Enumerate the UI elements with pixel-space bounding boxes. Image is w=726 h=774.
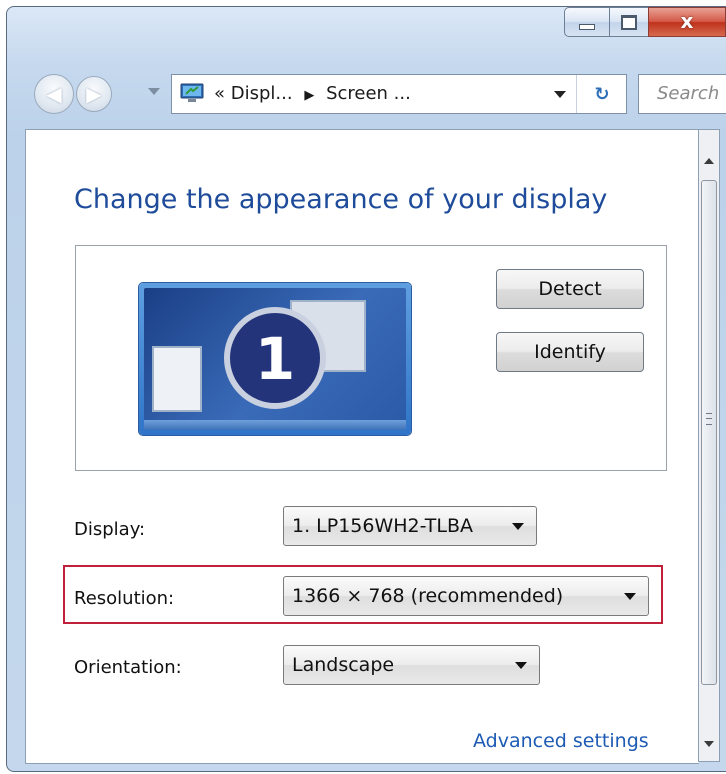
display-select[interactable]: 1. LP156WH2-TLBA: [283, 506, 537, 546]
scrollbar-thumb[interactable]: [701, 180, 717, 685]
refresh-icon: ↻: [594, 83, 610, 105]
resolution-label: Resolution:: [74, 588, 175, 609]
breadcrumb: « Displ... ▶ Screen ...: [214, 83, 411, 104]
window-thumbnail-icon: [152, 346, 202, 412]
chevron-down-icon: [512, 523, 524, 530]
monitor-number: 1: [255, 325, 295, 393]
back-arrow-icon: ◀: [46, 82, 62, 106]
close-icon: x: [680, 8, 694, 33]
address-bar[interactable]: « Displ... ▶ Screen ... ↻: [171, 74, 627, 114]
chevron-down-icon: [624, 593, 636, 600]
address-dropdown-icon[interactable]: [554, 91, 566, 98]
orientation-select-value: Landscape: [292, 654, 395, 676]
identify-button-label: Identify: [534, 341, 606, 363]
detect-button-label: Detect: [538, 278, 602, 300]
display-label: Display:: [74, 519, 146, 540]
chevron-down-icon: [515, 662, 527, 669]
identify-button[interactable]: Identify: [496, 332, 644, 372]
page-title: Change the appearance of your display: [74, 184, 608, 215]
chevron-down-icon: [148, 88, 160, 95]
display-select-value: 1. LP156WH2-TLBA: [292, 515, 473, 537]
breadcrumb-separator-icon[interactable]: ▶: [304, 88, 314, 103]
forward-button[interactable]: ▶: [76, 76, 112, 112]
minimize-button[interactable]: [564, 7, 610, 37]
resolution-select[interactable]: 1366 × 768 (recommended): [283, 576, 649, 616]
display-control-panel-icon: [180, 83, 204, 102]
advanced-settings-link[interactable]: Advanced settings: [473, 730, 649, 752]
maximize-button[interactable]: [609, 7, 649, 37]
detect-button[interactable]: Detect: [496, 269, 644, 309]
taskbar-thumbnail: [144, 420, 406, 430]
monitor-number-badge: 1: [224, 307, 326, 409]
scroll-up-icon[interactable]: [704, 158, 714, 164]
breadcrumb-item-screen-resolution[interactable]: Screen ...: [326, 83, 411, 104]
scroll-down-icon[interactable]: [704, 741, 714, 747]
search-input[interactable]: Search: [638, 74, 726, 114]
orientation-select[interactable]: Landscape: [283, 645, 540, 685]
breadcrumb-overflow[interactable]: «: [214, 83, 225, 104]
maximize-icon: [621, 14, 637, 30]
grip-icon: [706, 413, 712, 425]
resolution-select-value: 1366 × 768 (recommended): [292, 585, 564, 607]
search-placeholder: Search: [657, 83, 720, 104]
orientation-label: Orientation:: [74, 657, 182, 678]
vertical-scrollbar[interactable]: [698, 129, 720, 762]
caption-buttons: x: [564, 7, 726, 39]
back-button[interactable]: ◀: [34, 74, 74, 114]
refresh-button[interactable]: ↻: [576, 75, 627, 113]
recent-pages-button[interactable]: [145, 80, 163, 104]
forward-arrow-icon: ▶: [86, 82, 102, 106]
close-button[interactable]: x: [648, 7, 726, 37]
breadcrumb-item-display[interactable]: Displ...: [231, 83, 293, 104]
minimize-icon: [579, 24, 595, 30]
